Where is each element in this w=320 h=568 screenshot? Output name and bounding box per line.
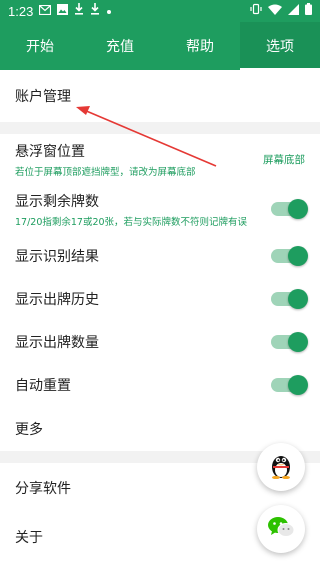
tab-label: 开始 bbox=[26, 39, 54, 55]
wechat-share-button[interactable] bbox=[257, 505, 305, 553]
toggle-knob bbox=[288, 375, 308, 395]
float-window-value[interactable]: 屏幕底部 bbox=[263, 152, 305, 167]
toggle-knob bbox=[288, 245, 308, 266]
show-recognition-result-row[interactable]: 显示识别结果 bbox=[0, 234, 320, 277]
auto-reset-toggle[interactable] bbox=[271, 375, 308, 395]
battery-icon bbox=[305, 3, 312, 19]
row-subtitle: 若位于屏幕顶部遮挡牌型，请改为屏幕底部 bbox=[15, 166, 196, 178]
section-divider bbox=[0, 122, 320, 134]
tab-bar: 开始 充值 帮助 选项 bbox=[0, 22, 320, 70]
show-play-history-row[interactable]: 显示出牌历史 bbox=[0, 277, 320, 320]
recognition-result-toggle[interactable] bbox=[271, 245, 308, 266]
toggle-knob bbox=[288, 199, 308, 219]
tab-help[interactable]: 帮助 bbox=[160, 22, 240, 70]
toggle-knob bbox=[288, 331, 308, 352]
row-title: 自动重置 bbox=[15, 378, 71, 394]
show-remaining-cards-row[interactable]: 显示剩余牌数 17/20指剩余17或20张，若与实际牌数不符则记牌有误 bbox=[0, 184, 320, 234]
toggle-knob bbox=[288, 288, 308, 309]
signal-icon bbox=[288, 3, 299, 19]
row-title: 关于 bbox=[15, 530, 43, 546]
tab-options[interactable]: 选项 bbox=[240, 22, 320, 70]
image-icon bbox=[57, 3, 69, 19]
auto-reset-row[interactable]: 自动重置 bbox=[0, 363, 320, 407]
tab-recharge[interactable]: 充值 bbox=[80, 22, 160, 70]
play-history-toggle[interactable] bbox=[271, 288, 308, 309]
system-icons bbox=[250, 3, 312, 19]
row-title: 悬浮窗位置 bbox=[15, 143, 85, 160]
row-title: 分享软件 bbox=[15, 481, 71, 497]
tab-start[interactable]: 开始 bbox=[0, 22, 80, 70]
row-title: 显示出牌历史 bbox=[15, 291, 99, 308]
row-text: 悬浮窗位置 若位于屏幕顶部遮挡牌型，请改为屏幕底部 bbox=[15, 141, 255, 178]
qq-share-button[interactable] bbox=[257, 443, 305, 491]
row-title: 显示剩余牌数 bbox=[15, 193, 99, 210]
wifi-icon bbox=[268, 4, 282, 19]
account-management-row[interactable]: 账户管理 bbox=[0, 70, 320, 122]
row-title: 更多 bbox=[15, 422, 43, 438]
row-text: 显示剩余牌数 17/20指剩余17或20张，若与实际牌数不符则记牌有误 bbox=[15, 191, 263, 228]
wechat-icon bbox=[267, 515, 295, 543]
vibrate-icon bbox=[250, 3, 262, 19]
show-play-count-row[interactable]: 显示出牌数量 bbox=[0, 320, 320, 363]
play-count-toggle[interactable] bbox=[271, 331, 308, 352]
row-subtitle: 17/20指剩余17或20张，若与实际牌数不符则记牌有误 bbox=[15, 216, 248, 228]
dot-icon bbox=[106, 4, 112, 19]
float-window-position-row[interactable]: 悬浮窗位置 若位于屏幕顶部遮挡牌型，请改为屏幕底部 屏幕底部 bbox=[0, 134, 320, 184]
row-title: 显示识别结果 bbox=[15, 248, 99, 265]
row-title: 显示出牌数量 bbox=[15, 334, 99, 351]
tab-label: 帮助 bbox=[186, 39, 214, 55]
download-icon bbox=[90, 3, 100, 19]
tab-label: 选项 bbox=[266, 39, 294, 55]
notification-icons bbox=[39, 3, 112, 19]
qq-penguin-icon bbox=[268, 451, 294, 483]
download-icon bbox=[74, 3, 84, 19]
gmail-icon bbox=[39, 4, 52, 19]
tab-label: 充值 bbox=[106, 39, 134, 55]
remaining-cards-toggle[interactable] bbox=[271, 199, 308, 219]
row-title: 账户管理 bbox=[15, 89, 71, 105]
status-time: 1:23 bbox=[8, 3, 34, 19]
status-bar: 1:23 bbox=[0, 0, 320, 22]
